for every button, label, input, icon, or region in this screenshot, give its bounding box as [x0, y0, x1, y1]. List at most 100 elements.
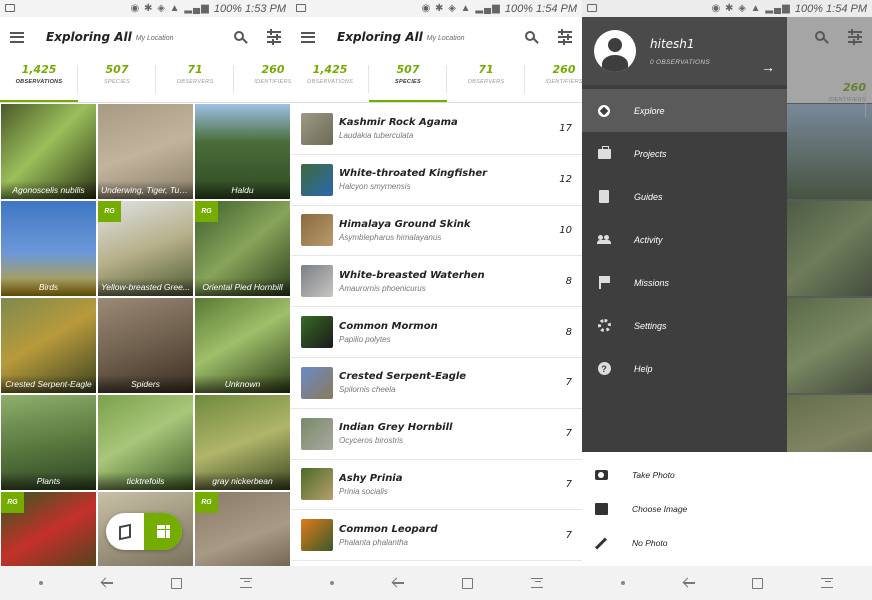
- observation-tile[interactable]: gray nickerbean: [195, 395, 290, 490]
- home-icon[interactable]: [462, 577, 473, 589]
- observation-label: Haldu: [195, 181, 290, 199]
- observation-label: Oriental Pied Hornbill: [195, 278, 290, 296]
- no-photo-label: No Photo: [632, 538, 668, 548]
- species-count: 7: [565, 478, 572, 490]
- briefcase-icon: [597, 145, 611, 159]
- nav-dot-icon[interactable]: [39, 581, 43, 585]
- back-icon[interactable]: [683, 577, 695, 589]
- species-row[interactable]: White-throated Kingfisher Halcyon smyrnen…: [291, 155, 582, 206]
- choose-image-option[interactable]: Choose Image: [582, 492, 872, 526]
- menu-icon[interactable]: [10, 31, 24, 43]
- identifiers-count: 260: [843, 81, 866, 94]
- search-icon[interactable]: [525, 30, 539, 44]
- image-icon: [594, 503, 608, 515]
- species-thumbnail: [301, 366, 333, 399]
- grid-view-button[interactable]: [144, 513, 182, 550]
- identifiers-count: 260: [552, 63, 576, 76]
- drawer-item-activity[interactable]: Activity: [582, 218, 787, 261]
- drawer-header[interactable]: hitesh1 0 OBSERVATIONS →: [582, 17, 787, 85]
- species-thumbnail: [301, 163, 333, 196]
- location-subtitle[interactable]: My Location: [136, 35, 174, 42]
- book-icon: [599, 190, 609, 203]
- tab-species[interactable]: 507 SPECIES: [78, 57, 156, 102]
- gallery-notification-icon: [5, 3, 15, 12]
- tab-observers[interactable]: 71 OBSERVERS: [156, 57, 234, 102]
- map-view-button[interactable]: [106, 513, 144, 550]
- species-thumbnail: [301, 417, 333, 450]
- species-scientific-name: Halcyon smyrnensis: [339, 182, 411, 192]
- location-subtitle[interactable]: My Location: [427, 35, 465, 42]
- species-row[interactable]: White-breasted Waterhen Amaurornis phoeni…: [291, 256, 582, 308]
- tab-observations[interactable]: 1,425 OBSERVATIONS: [291, 57, 369, 102]
- species-list: Kashmir Rock Agama Laudakia tuberculata 17…: [291, 104, 582, 566]
- search-icon[interactable]: [234, 30, 248, 44]
- nav-dot-icon[interactable]: [620, 581, 625, 585]
- avatar[interactable]: [594, 30, 636, 72]
- observers-label: OBSERVERS: [176, 79, 214, 85]
- tab-observers[interactable]: 71 OBSERVERS: [447, 57, 525, 102]
- observation-tile[interactable]: Unknown: [195, 298, 290, 393]
- identifiers-label: IDENTIFIERS: [828, 97, 866, 103]
- observation-tile[interactable]: Underwing, Tiger, Tus...: [98, 104, 193, 199]
- observation-tile[interactable]: ticktrefoils: [98, 395, 193, 490]
- nav-dot-icon[interactable]: [330, 581, 334, 585]
- drawer-item-guides[interactable]: Guides: [582, 175, 787, 218]
- menu-icon[interactable]: [301, 31, 315, 43]
- tab-species[interactable]: 507 SPECIES: [369, 57, 447, 102]
- observation-tile[interactable]: Agonoscelis nubilis: [1, 104, 96, 199]
- observation-tile[interactable]: RG Yellow-breasted Gree...: [98, 201, 193, 296]
- take-photo-label: Take Photo: [632, 470, 675, 480]
- observation-label: Crested Serpent-Eagle: [1, 375, 96, 393]
- help-icon: ?: [597, 362, 611, 375]
- tab-identifiers[interactable]: 260 IDENTIFIERS: [234, 57, 291, 102]
- filter-icon[interactable]: [558, 29, 572, 45]
- drawer-item-missions[interactable]: Missions: [582, 261, 787, 304]
- drawer-item-explore[interactable]: Explore: [582, 89, 787, 132]
- species-count: 7: [565, 428, 572, 440]
- drawer-item-help[interactable]: ? Help: [582, 347, 787, 390]
- status-bar: ◉ ✱ ◈ ▲ ▂▄▆ 100% 1:53 PM: [0, 0, 291, 17]
- no-photo-option[interactable]: No Photo: [582, 526, 872, 560]
- species-row[interactable]: Crested Serpent-Eagle Spilornis cheela 7: [291, 358, 582, 409]
- species-thumbnail: [301, 468, 333, 501]
- species-count: 17: [559, 123, 572, 135]
- stats-tabs: 1,425 OBSERVATIONS 507 SPECIES 71 OBSERV…: [0, 57, 291, 103]
- filter-icon[interactable]: [267, 29, 281, 45]
- observation-tile[interactable]: Crested Serpent-Eagle: [1, 298, 96, 393]
- take-photo-option[interactable]: Take Photo: [582, 458, 872, 492]
- app-bar: Exploring All My Location: [291, 17, 582, 57]
- species-row[interactable]: Common Leopard Phalanta phalantha 7: [291, 510, 582, 562]
- clock: 1:54 PM: [536, 2, 577, 15]
- tab-identifiers[interactable]: 260 IDENTIFIERS: [525, 57, 582, 102]
- species-scientific-name: Laudakia tuberculata: [339, 131, 414, 141]
- drawer-item-projects[interactable]: Projects: [582, 132, 787, 175]
- app-bar: Exploring All My Location: [0, 17, 291, 57]
- observers-count: 71: [478, 63, 494, 76]
- species-row[interactable]: Common Mormon Papilio polytes 8: [291, 307, 582, 358]
- arrow-right-icon[interactable]: →: [761, 59, 775, 75]
- recents-icon[interactable]: [821, 578, 834, 588]
- observation-tile[interactable]: Plants: [1, 395, 96, 490]
- tab-observations[interactable]: 1,425 OBSERVATIONS: [0, 57, 78, 102]
- battery-text: 100%: [794, 2, 823, 15]
- species-row[interactable]: Indian Grey Hornbill Ocyceros birostris 7: [291, 409, 582, 460]
- species-name: Himalaya Ground Skink: [339, 218, 471, 230]
- species-name: Crested Serpent-Eagle: [339, 371, 467, 383]
- screens-root: ◉ ✱ ◈ ▲ ▂▄▆ 100% 1:53 PM Exploring All M…: [0, 0, 872, 600]
- observation-tile[interactable]: Haldu: [195, 104, 290, 199]
- back-icon[interactable]: [392, 577, 404, 589]
- back-icon[interactable]: [101, 577, 113, 589]
- observation-tile[interactable]: Birds: [1, 201, 96, 296]
- status-icons: ◉ ✱ ◈ ▲ ▂▄▆: [711, 3, 791, 14]
- home-icon[interactable]: [752, 577, 764, 589]
- observers-label: OBSERVERS: [467, 79, 505, 85]
- recents-icon[interactable]: [240, 578, 252, 588]
- drawer-item-settings[interactable]: Settings: [582, 304, 787, 347]
- observation-tile[interactable]: Spiders: [98, 298, 193, 393]
- species-row[interactable]: Himalaya Ground Skink Asymblepharus himal…: [291, 206, 582, 257]
- home-icon[interactable]: [171, 577, 182, 589]
- species-row[interactable]: Ashy Prinia Prinia socialis 7: [291, 460, 582, 511]
- species-row[interactable]: Kashmir Rock Agama Laudakia tuberculata 17: [291, 104, 582, 155]
- observation-tile[interactable]: RG Oriental Pied Hornbill: [195, 201, 290, 296]
- recents-icon[interactable]: [531, 578, 543, 588]
